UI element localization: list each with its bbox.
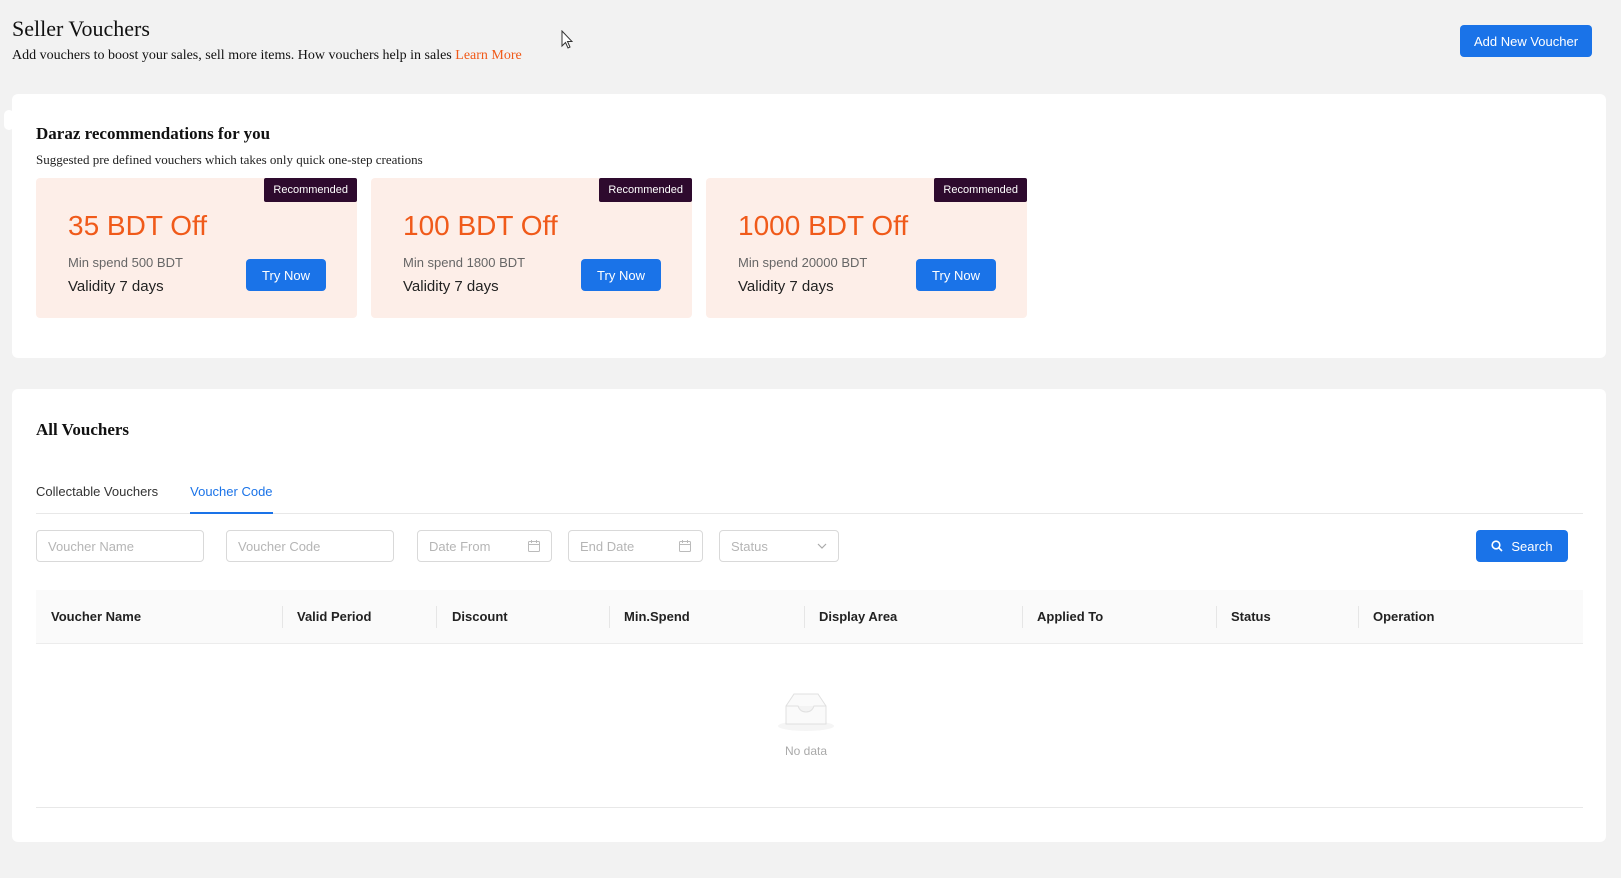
recommended-vouchers: Recommended 35 BDT Off Min spend 500 BDT… [36,178,1027,318]
table-header: Voucher Name Valid Period Discount Min.S… [36,590,1583,644]
all-vouchers-card: All Vouchers Collectable Vouchers Vouche… [12,389,1606,842]
table-body: No data [36,644,1583,808]
search-button[interactable]: Search [1476,530,1568,562]
chevron-down-icon [817,543,827,549]
page-subtitle-text: Add vouchers to boost your sales, sell m… [12,48,452,63]
voucher-min-spend: Min spend 500 BDT [68,255,183,270]
calendar-icon [528,540,540,552]
end-date-placeholder: End Date [580,538,635,554]
voucher-amount: 100 BDT Off [403,210,558,241]
column-divider [1022,606,1023,628]
voucher-tabs: Collectable Vouchers Voucher Code [36,484,1583,514]
column-header-voucher-name: Voucher Name [51,609,142,624]
recommended-badge: Recommended [264,178,357,202]
voucher-name-input[interactable] [48,538,192,554]
recommendations-card: Daraz recommendations for you Suggested … [12,94,1606,358]
recommendations-title: Daraz recommendations for you [36,124,271,143]
date-from-placeholder: Date From [429,538,491,554]
filter-bar: Date From End Date Status Search [36,530,1583,562]
voucher-validity: Validity 7 days [403,278,499,295]
add-new-voucher-button[interactable]: Add New Voucher [1460,25,1592,57]
calendar-icon [679,540,691,552]
learn-more-link[interactable]: Learn More [455,48,521,63]
search-icon [1491,540,1503,552]
page-subtitle: Add vouchers to boost your sales, sell m… [12,48,1606,64]
voucher-validity: Validity 7 days [738,278,834,295]
column-divider [609,606,610,628]
page-title: Seller Vouchers [12,16,150,41]
column-divider [1216,606,1217,628]
voucher-validity: Validity 7 days [68,278,164,295]
vouchers-table: Voucher Name Valid Period Discount Min.S… [36,590,1583,808]
try-now-button[interactable]: Try Now [581,259,661,291]
recommended-voucher-card: Recommended 100 BDT Off Min spend 1800 B… [371,178,692,318]
date-from-picker[interactable]: Date From [417,530,552,562]
status-placeholder: Status [731,538,768,554]
voucher-min-spend: Min spend 20000 BDT [738,255,868,270]
column-divider [804,606,805,628]
column-header-display-area: Display Area [819,609,898,624]
recommended-voucher-card: Recommended 35 BDT Off Min spend 500 BDT… [36,178,357,318]
end-date-picker[interactable]: End Date [568,530,703,562]
recommended-voucher-card: Recommended 1000 BDT Off Min spend 20000… [706,178,1027,318]
column-header-applied-to: Applied To [1037,609,1104,624]
try-now-button[interactable]: Try Now [916,259,996,291]
column-header-operation: Operation [1373,609,1435,624]
column-divider [1358,606,1359,628]
column-header-valid-period: Valid Period [297,609,372,624]
search-button-label: Search [1511,538,1553,554]
column-header-status: Status [1231,609,1271,624]
page-header: Seller Vouchers Add vouchers to boost yo… [12,16,1606,76]
column-divider [436,606,437,628]
column-divider [282,606,283,628]
voucher-code-field[interactable] [226,530,394,562]
column-header-min-spend: Min.Spend [624,609,690,624]
voucher-amount: 1000 BDT Off [738,210,909,241]
column-header-discount: Discount [452,609,508,624]
no-data-text: No data [784,744,828,758]
try-now-button[interactable]: Try Now [246,259,326,291]
recommendations-subtitle: Suggested pre defined vouchers which tak… [36,152,423,167]
recommended-badge: Recommended [599,178,692,202]
empty-inbox-icon [778,693,834,731]
all-vouchers-title: All Vouchers [36,420,130,439]
status-select[interactable]: Status [719,530,839,562]
voucher-min-spend: Min spend 1800 BDT [403,255,526,270]
voucher-code-input[interactable] [238,538,382,554]
recommended-badge: Recommended [934,178,1027,202]
mouse-cursor-icon [561,30,573,49]
voucher-amount: 35 BDT Off [68,210,208,241]
voucher-name-field[interactable] [36,530,204,562]
tab-collectable-vouchers[interactable]: Collectable Vouchers [36,484,158,514]
tab-voucher-code[interactable]: Voucher Code [190,484,273,514]
